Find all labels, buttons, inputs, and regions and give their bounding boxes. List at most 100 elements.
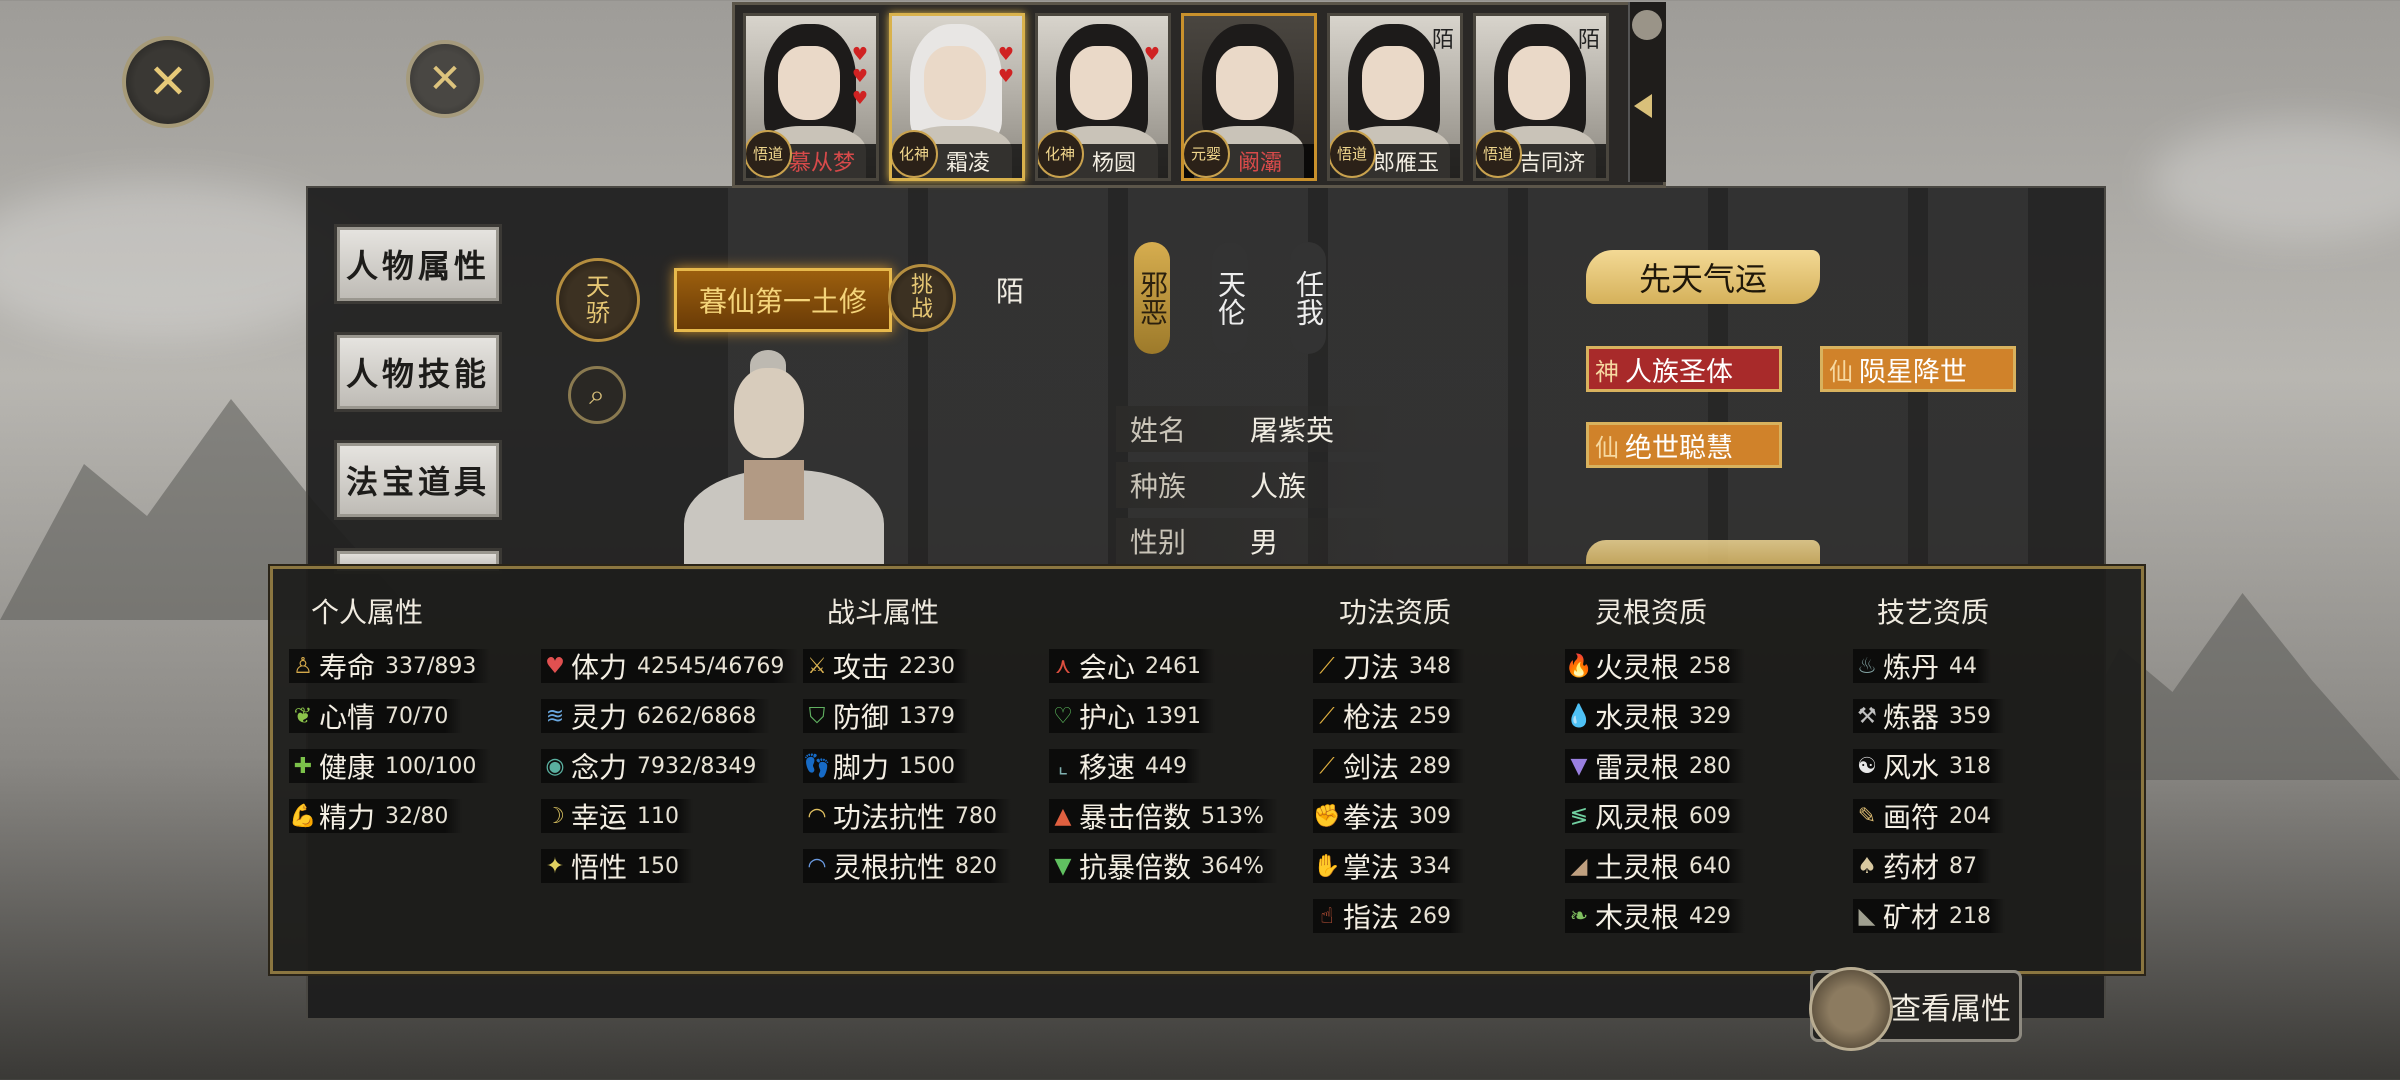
innate-trait[interactable]: 仙绝世聪慧	[1586, 422, 1782, 468]
stat-label: 水灵根	[1595, 701, 1680, 734]
character-card[interactable]: 阚灞 元婴	[1181, 13, 1317, 181]
collapse-arrow-icon[interactable]	[1634, 94, 1652, 118]
stat-value: 150	[637, 853, 680, 879]
stat-value: 269	[1409, 903, 1452, 929]
character-face	[1362, 46, 1424, 120]
nav-character-attributes[interactable]: 人物属性	[334, 224, 502, 304]
rank-badge: 化神	[1038, 130, 1084, 178]
section-technique-title: 功法资质	[1339, 596, 1452, 629]
arc-icon: ◠	[807, 803, 827, 829]
spear-icon: ⟋	[1319, 703, 1335, 729]
section-craft-title: 技艺资质	[1877, 596, 1990, 629]
search-icon[interactable]: ⌕	[568, 366, 626, 424]
background-mist	[2150, 120, 2400, 240]
stat-label: 寿命	[319, 651, 376, 684]
nav-artifacts-items[interactable]: 法宝道具	[334, 440, 502, 520]
character-card[interactable]: ♥ 杨圆 化神	[1035, 13, 1171, 181]
character-card[interactable]: ♥ ♥ ♥ 慕从梦 悟道	[743, 13, 879, 181]
rank-badge: 元婴	[1184, 130, 1230, 178]
trait-glyph: 神	[1595, 357, 1619, 386]
stat-label: 指法	[1343, 901, 1400, 934]
stat-row: ☽ 幸运 110	[541, 799, 694, 834]
arm-icon: 💪	[289, 803, 317, 829]
stat-label: 风水	[1883, 751, 1940, 784]
innate-trait[interactable]: 神人族圣体	[1586, 346, 1782, 392]
heart-icon: ♥ ♥	[997, 44, 1014, 87]
wood-icon: ❧	[1569, 903, 1589, 929]
fire-icon: 🔥	[1565, 653, 1593, 679]
stat-row: ☝ 指法 269	[1313, 899, 1466, 934]
challenge-button[interactable]: 挑战	[888, 264, 956, 332]
stat-label: 风灵根	[1595, 801, 1680, 834]
eye-icon: ◉	[545, 753, 565, 779]
character-card[interactable]: 陌吉同济 悟道	[1473, 13, 1609, 181]
stat-value: 1379	[899, 703, 956, 729]
nav-character-skills[interactable]: 人物技能	[334, 332, 502, 412]
view-attributes-button[interactable]: 查看属性	[1809, 967, 2022, 1051]
stat-value: 329	[1689, 703, 1732, 729]
stat-row: ≶ 风灵根 609	[1565, 799, 1746, 834]
stat-row: ✋ 掌法 334	[1313, 849, 1466, 884]
stat-label: 体力	[571, 651, 628, 684]
wind-icon: ≶	[1569, 803, 1589, 829]
close-icon[interactable]: ✕	[406, 40, 484, 118]
crit-mult-icon: ▲	[1054, 803, 1072, 829]
stat-label: 画符	[1883, 801, 1940, 834]
stat-value: 640	[1689, 853, 1732, 879]
stat-label: 防御	[833, 701, 890, 734]
finger-icon: ☝	[1320, 903, 1334, 929]
shield-icon: ⛉	[808, 703, 826, 729]
stat-row: ⚒ 炼器 359	[1853, 699, 2006, 734]
stat-value: 309	[1409, 803, 1452, 829]
relation-corner: 陌	[1431, 28, 1454, 53]
trait-label: 人族圣体	[1625, 356, 1733, 388]
stat-value: 87	[1949, 853, 1978, 879]
close-icon[interactable]: ✕	[122, 36, 214, 128]
stat-row: 💪 精力 32/80	[289, 799, 463, 834]
stat-label: 掌法	[1343, 851, 1400, 884]
wave-icon: ≋	[545, 703, 565, 729]
stat-row: ♥ 体力 42545/46769	[541, 649, 799, 684]
character-card[interactable]: ♥ ♥ 霜凌 化神	[889, 13, 1025, 181]
innate-trait[interactable]: 仙陨星降世	[1820, 346, 2016, 392]
stat-row: ⌞ 移速 449	[1049, 749, 1202, 784]
rank-badge: 悟道	[1330, 130, 1376, 178]
yinyang-icon: ☯	[1857, 753, 1877, 779]
stat-label: 移速	[1079, 751, 1136, 784]
stat-label: 幸运	[571, 801, 628, 834]
rank-badge: 悟道	[746, 130, 792, 178]
character-card[interactable]: 陌郎雁玉 悟道	[1327, 13, 1463, 181]
stat-row: ◠ 灵根抗性 820	[803, 849, 1012, 884]
section-spirit-root-title: 灵根资质	[1595, 596, 1708, 629]
alignment-tag[interactable]: 天伦	[1212, 242, 1248, 354]
info-row-gender: 性别男	[1116, 518, 1396, 564]
stat-label: 灵力	[571, 701, 628, 734]
stat-label: 脚力	[833, 751, 890, 784]
group-icon[interactable]	[1632, 10, 1662, 40]
stat-value: 110	[637, 803, 680, 829]
rank-badge: 悟道	[1476, 130, 1522, 178]
stat-label: 土灵根	[1595, 851, 1680, 884]
title-badge[interactable]: 天骄	[556, 258, 640, 342]
stat-value: 429	[1689, 903, 1732, 929]
title-box[interactable]: 暮仙第一土修	[674, 268, 892, 332]
blade-icon: ⟋	[1319, 653, 1335, 679]
trait-label: 陨星降世	[1859, 356, 1967, 388]
alignment-tag[interactable]: 邪恶	[1134, 242, 1170, 354]
stat-value: 2461	[1145, 653, 1202, 679]
stat-label: 悟性	[571, 851, 628, 884]
stat-label: 木灵根	[1595, 901, 1680, 934]
character-bar-side	[1628, 2, 1666, 182]
stat-row: ✊ 拳法 309	[1313, 799, 1466, 834]
alignment-tag[interactable]: 任我	[1290, 242, 1326, 354]
star-icon: ✦	[545, 853, 565, 879]
stat-value: 259	[1409, 703, 1452, 729]
cauldron-icon: ♨	[1857, 653, 1877, 679]
sprout-icon: ❦	[293, 703, 313, 729]
character-portrait	[664, 350, 904, 570]
stat-row: ❧ 木灵根 429	[1565, 899, 1746, 934]
stat-value: 318	[1949, 753, 1992, 779]
arc-blue-icon: ◠	[807, 853, 827, 879]
stat-label: 心情	[319, 701, 376, 734]
stat-value: 258	[1689, 653, 1732, 679]
